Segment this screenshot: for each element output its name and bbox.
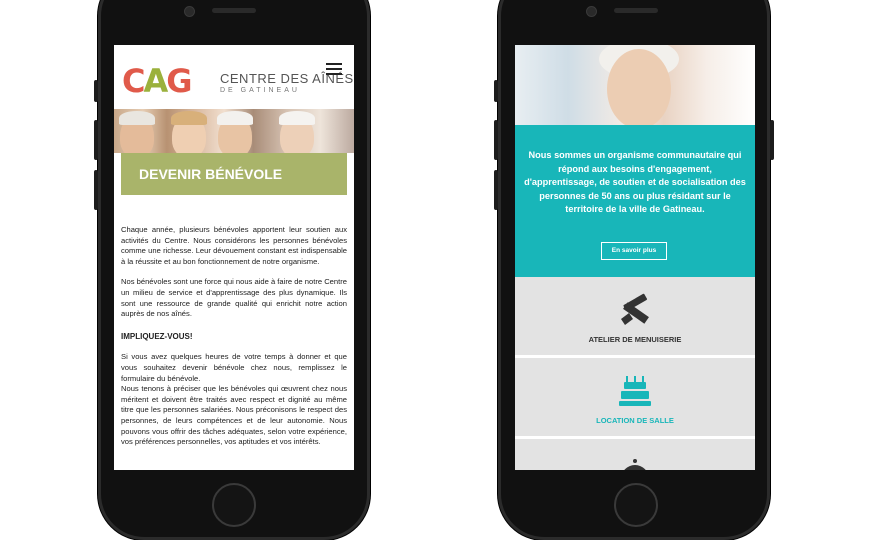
home-button — [614, 483, 658, 527]
page-content: Chaque année, plusieurs bénévoles apport… — [121, 225, 347, 458]
page-title: DEVENIR BÉNÉVOLE — [121, 153, 347, 195]
section-subheading: IMPLIQUEZ-VOUS! — [121, 331, 193, 341]
hamburger-icon[interactable] — [326, 63, 342, 78]
right-phone-frame: Nous sommes un organisme communautaire q… — [494, 0, 774, 540]
service-tile-location-salle[interactable]: LOCATION DE SALLE — [515, 358, 755, 439]
cloche-icon — [624, 459, 646, 470]
front-camera-icon — [184, 6, 195, 17]
volume-up-button — [94, 120, 98, 160]
power-button — [770, 120, 774, 160]
right-screen: Nous sommes un organisme communautaire q… — [515, 45, 755, 470]
paragraph: Nos bénévoles sont une force qui nous ai… — [121, 277, 347, 319]
paragraph: Si vous avez quelques heures de votre te… — [121, 352, 347, 383]
paragraph: Chaque année, plusieurs bénévoles apport… — [121, 225, 347, 266]
paragraph: Nous tenons à préciser que les bénévoles… — [121, 384, 347, 447]
left-screen: CAG CENTRE DES AÎNÉS DE GATINEAU DEVENIR… — [114, 45, 354, 470]
earpiece-speaker — [212, 8, 256, 13]
volume-down-button — [94, 170, 98, 210]
cag-logo[interactable]: CAG — [122, 62, 193, 100]
intro-text: Nous sommes un organisme communautaire q… — [524, 150, 746, 215]
saw-hammer-icon — [621, 293, 649, 325]
left-phone-frame: CAG CENTRE DES AÎNÉS DE GATINEAU DEVENIR… — [94, 0, 370, 540]
mute-switch — [494, 80, 498, 102]
tile-label: LOCATION DE SALLE — [596, 416, 674, 425]
front-camera-icon — [586, 6, 597, 17]
mute-switch — [94, 80, 98, 102]
learn-more-button[interactable]: En savoir plus — [601, 242, 667, 260]
logo-letters: CAG — [122, 62, 193, 100]
seniors-photo-banner — [114, 109, 354, 153]
service-tile-third[interactable] — [515, 439, 755, 470]
intro-section: Nous sommes un organisme communautaire q… — [515, 125, 755, 277]
hero-photo — [515, 45, 755, 125]
site-header: CAG CENTRE DES AÎNÉS DE GATINEAU — [114, 45, 354, 109]
tile-label: ATELIER DE MENUISERIE — [588, 335, 682, 344]
service-tile-menuiserie[interactable]: ATELIER DE MENUISERIE — [515, 277, 755, 358]
cake-icon — [619, 376, 651, 406]
volume-up-button — [494, 120, 498, 160]
logo-subtitle: DE GATINEAU — [220, 87, 300, 94]
earpiece-speaker — [614, 8, 658, 13]
volume-down-button — [494, 170, 498, 210]
home-button — [212, 483, 256, 527]
